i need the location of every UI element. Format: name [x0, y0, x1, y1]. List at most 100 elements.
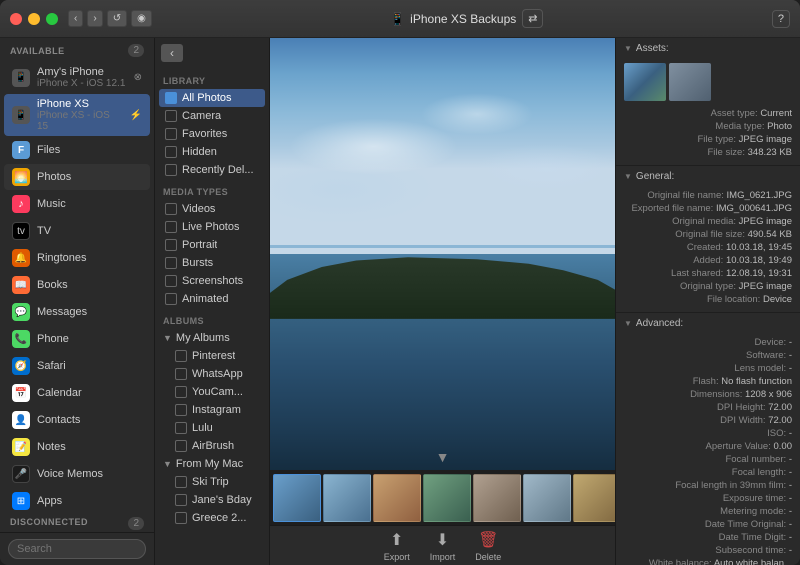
- airbrush-checkbox[interactable]: [175, 440, 187, 452]
- hidden-checkbox[interactable]: [165, 146, 177, 158]
- metering-label: Metering mode: -: [720, 506, 792, 517]
- thumbnail-7[interactable]: [573, 474, 615, 522]
- ski-trip-checkbox[interactable]: [175, 476, 187, 488]
- maximize-button[interactable]: [46, 13, 58, 25]
- greece-checkbox[interactable]: [175, 512, 187, 524]
- main-photo-view[interactable]: ▼: [270, 38, 615, 470]
- import-btn[interactable]: ⬇ Import: [430, 530, 456, 562]
- delete-btn[interactable]: 🗑 Delete: [475, 530, 501, 562]
- sidebar-item-voicememos[interactable]: 🎤 Voice Memos: [4, 461, 150, 487]
- thumbnail-4[interactable]: [423, 474, 471, 522]
- album-item-hidden[interactable]: Hidden: [159, 143, 265, 161]
- thumbnail-5[interactable]: [473, 474, 521, 522]
- import-icon: ⬇: [436, 530, 449, 550]
- sidebar-item-contacts[interactable]: 👤 Contacts: [4, 407, 150, 433]
- albums-back-btn[interactable]: ‹: [161, 44, 183, 62]
- recently-deleted-checkbox[interactable]: [165, 164, 177, 176]
- youcam-checkbox[interactable]: [175, 386, 187, 398]
- amys-iphone-label: Amy's iPhone iPhone X - iOS 12.1: [37, 66, 125, 89]
- bursts-checkbox[interactable]: [165, 257, 177, 269]
- general-section-header[interactable]: ▼ General:: [616, 166, 800, 187]
- all-photos-checkbox[interactable]: [165, 92, 177, 104]
- live-photos-checkbox[interactable]: [165, 221, 177, 233]
- sidebar-item-photos[interactable]: 🌅 Photos: [4, 164, 150, 190]
- album-item-camera[interactable]: Camera: [159, 107, 265, 125]
- assets-section-header[interactable]: ▼ Assets:: [616, 38, 800, 59]
- album-item-recently-deleted[interactable]: Recently Del...: [159, 161, 265, 179]
- camera-checkbox[interactable]: [165, 110, 177, 122]
- dpi-height-row: DPI Height: 72.00: [624, 401, 792, 414]
- minimize-button[interactable]: [28, 13, 40, 25]
- info-thumb-2[interactable]: [669, 63, 711, 101]
- sidebar-item-apps[interactable]: ⊞ Apps: [4, 488, 150, 511]
- advanced-section-header[interactable]: ▼ Advanced:: [616, 313, 800, 334]
- file-location-label: File location: Device: [707, 294, 792, 305]
- thumbnail-3[interactable]: [373, 474, 421, 522]
- album-item-screenshots[interactable]: Screenshots: [159, 272, 265, 290]
- connection-btn[interactable]: ⇄: [522, 9, 543, 28]
- sidebar-item-ringtones[interactable]: 🔔 Ringtones: [4, 245, 150, 271]
- album-item-portrait[interactable]: Portrait: [159, 236, 265, 254]
- sidebar-item-iphone-xs[interactable]: 📱 iPhone XS iPhone XS - iOS 15 ⚡: [4, 94, 150, 136]
- album-folder-my-albums[interactable]: ▼ My Albums: [159, 329, 265, 347]
- close-button[interactable]: [10, 13, 22, 25]
- search-input[interactable]: [8, 539, 146, 559]
- eye-btn[interactable]: ◉: [131, 10, 152, 27]
- export-btn[interactable]: ⬆ Export: [384, 530, 410, 562]
- instagram-checkbox[interactable]: [175, 404, 187, 416]
- album-item-whatsapp[interactable]: WhatsApp: [159, 365, 265, 383]
- album-item-youcam[interactable]: YouCam...: [159, 383, 265, 401]
- info-scroll: ▼ Assets: Asset type: Current: [616, 38, 800, 565]
- sidebar-item-safari[interactable]: 🧭 Safari: [4, 353, 150, 379]
- messages-label: Messages: [37, 306, 87, 318]
- album-item-ski-trip[interactable]: Ski Trip: [159, 473, 265, 491]
- janes-bday-checkbox[interactable]: [175, 494, 187, 506]
- album-item-instagram[interactable]: Instagram: [159, 401, 265, 419]
- portrait-label: Portrait: [182, 239, 217, 251]
- thumbnail-2[interactable]: [323, 474, 371, 522]
- lulu-checkbox[interactable]: [175, 422, 187, 434]
- album-item-janes-bday[interactable]: Jane's Bday: [159, 491, 265, 509]
- videos-checkbox[interactable]: [165, 203, 177, 215]
- nav-back-btn[interactable]: ‹: [68, 10, 83, 27]
- sidebar-item-books[interactable]: 📖 Books: [4, 272, 150, 298]
- album-item-airbrush[interactable]: AirBrush: [159, 437, 265, 455]
- nav-forward-btn[interactable]: ›: [87, 10, 102, 27]
- pinterest-checkbox[interactable]: [175, 350, 187, 362]
- album-item-pinterest[interactable]: Pinterest: [159, 347, 265, 365]
- from-mac-label: From My Mac: [176, 458, 243, 470]
- album-item-videos[interactable]: Videos: [159, 200, 265, 218]
- refresh-btn[interactable]: ↺: [107, 10, 127, 27]
- whatsapp-checkbox[interactable]: [175, 368, 187, 380]
- delete-icon: 🗑: [478, 530, 498, 550]
- album-item-lulu[interactable]: Lulu: [159, 419, 265, 437]
- album-item-bursts[interactable]: Bursts: [159, 254, 265, 272]
- sidebar-item-notes[interactable]: 📝 Notes: [4, 434, 150, 460]
- exported-file-row: Exported file name: IMG_000641.JPG: [624, 202, 792, 215]
- sidebar-item-music[interactable]: ♪ Music: [4, 191, 150, 217]
- thumbnail-1[interactable]: [273, 474, 321, 522]
- phone-icon: 📱: [390, 12, 405, 26]
- sidebar-item-files[interactable]: F Files: [4, 137, 150, 163]
- album-item-favorites[interactable]: Favorites: [159, 125, 265, 143]
- thumbnail-6[interactable]: [523, 474, 571, 522]
- help-btn[interactable]: ?: [772, 10, 790, 28]
- sidebar-item-tv[interactable]: tv TV: [4, 218, 150, 244]
- album-folder-from-mac[interactable]: ▼ From My Mac: [159, 455, 265, 473]
- screenshots-checkbox[interactable]: [165, 275, 177, 287]
- original-file-row: Original file name: IMG_0621.JPG: [624, 189, 792, 202]
- sidebar-item-calendar[interactable]: 📅 Calendar: [4, 380, 150, 406]
- datetime-orig-value: -: [789, 519, 792, 530]
- animated-checkbox[interactable]: [165, 293, 177, 305]
- album-item-live-photos[interactable]: Live Photos: [159, 218, 265, 236]
- album-item-animated[interactable]: Animated: [159, 290, 265, 308]
- general-info-rows: Original file name: IMG_0621.JPG Exporte…: [616, 187, 800, 312]
- album-item-all-photos[interactable]: All Photos: [159, 89, 265, 107]
- favorites-checkbox[interactable]: [165, 128, 177, 140]
- portrait-checkbox[interactable]: [165, 239, 177, 251]
- album-item-greece[interactable]: Greece 2...: [159, 509, 265, 527]
- sidebar-item-amys-iphone[interactable]: 📱 Amy's iPhone iPhone X - iOS 12.1 ⊗: [4, 62, 150, 93]
- sidebar-item-phone[interactable]: 📞 Phone: [4, 326, 150, 352]
- sidebar-item-messages[interactable]: 💬 Messages: [4, 299, 150, 325]
- info-thumb-1[interactable]: [624, 63, 666, 101]
